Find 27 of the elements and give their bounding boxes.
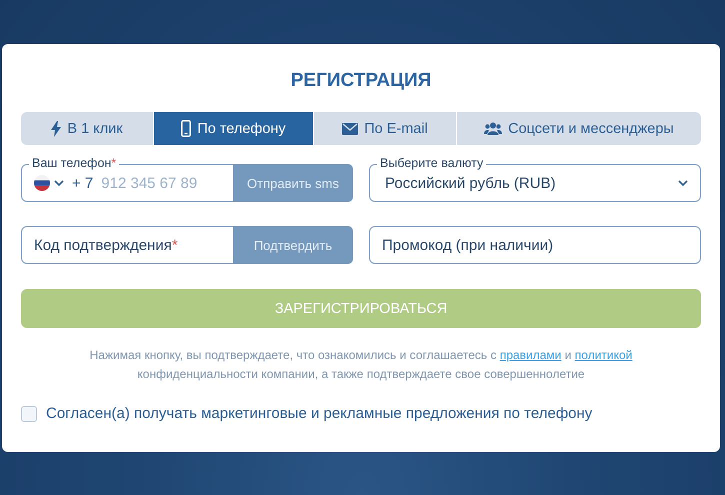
form-title: РЕГИСТРАЦИЯ [290,70,432,92]
tab[interactable]: Соцсети и мессенджеры [457,112,701,145]
send-sms-button[interactable]: Отправить sms [233,164,353,202]
checkbox-label: Согласен(а) получать маркетинговые и рекламные предложения по телефону [46,405,592,422]
field-placeholder: Код подтверждения* [34,236,178,254]
currency-value: Российский рубль (RUB) [385,174,556,192]
confirmation-code-field[interactable]: Код подтверждения* Подтвердить [21,226,353,264]
lightning-icon [51,120,62,136]
people-icon [484,122,502,135]
promo-code-field[interactable]: Промокод (при наличии) [369,226,701,264]
rules-link[interactable]: правилами [500,348,562,362]
tab[interactable]: По E-mail [314,112,456,145]
country-code: + 7 [72,174,94,192]
phone-icon [181,120,192,137]
chevron-down-icon[interactable] [54,180,64,186]
tab[interactable]: В 1 клик [21,112,153,145]
checkbox[interactable] [21,406,37,422]
field-label: Выберите валюту [377,156,486,171]
field-label: Ваш телефон* [29,156,120,171]
chevron-down-icon [678,180,688,186]
phone-input[interactable]: 912 345 67 89 [101,171,233,195]
policy-link[interactable]: политикой [574,348,632,362]
confirm-button[interactable]: Подтвердить [233,226,353,264]
flag-icon [34,175,50,191]
consent-notice: Нажимая кнопку, вы подтверждаете, что ознакомились и соглашаетесь с правилами и политикой конфиденциальности компании, а также подтверждаете свое совершеннолетие [88,347,634,383]
envelope-icon [342,122,358,134]
tab[interactable]: По телефону [154,112,313,145]
